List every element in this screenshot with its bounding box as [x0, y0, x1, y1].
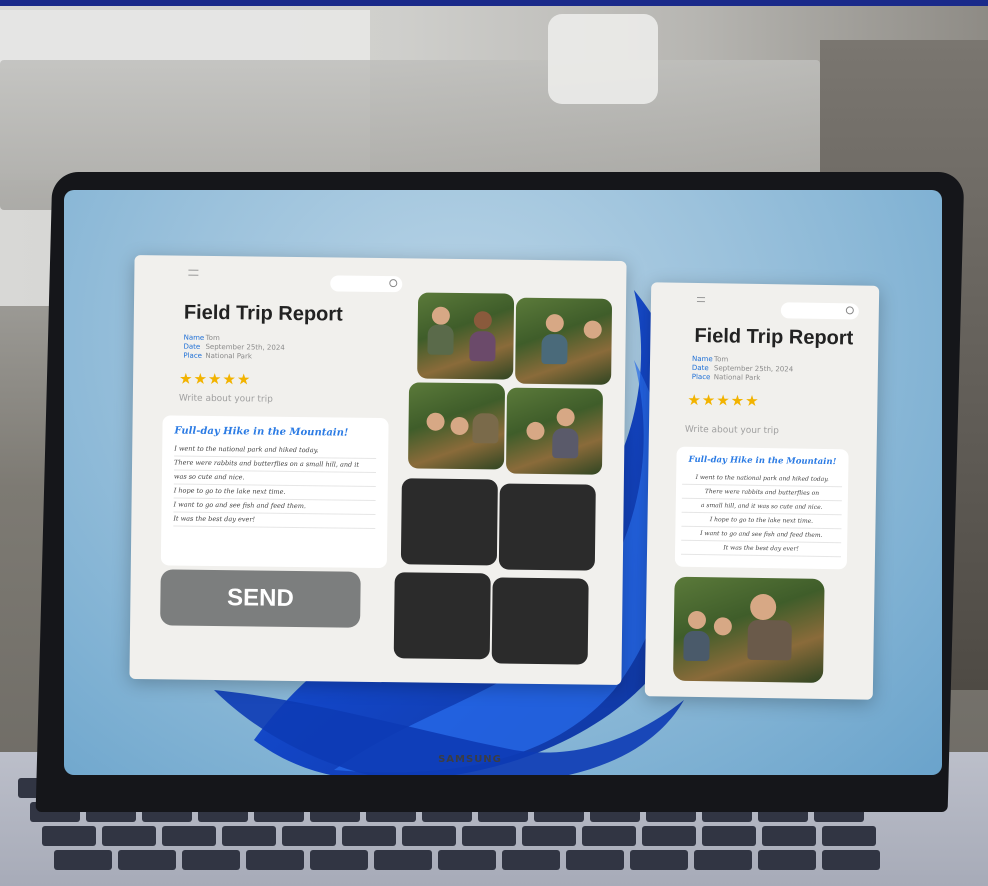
- note-title: Full-day Hike in the Mountain!: [688, 454, 837, 468]
- meta-value-date: September 25th, 2024: [205, 342, 285, 352]
- photo-figure: [687, 610, 707, 630]
- keyboard-key: [438, 850, 496, 870]
- empty-photo-slot[interactable]: [393, 572, 491, 660]
- keyboard-key: [118, 850, 176, 870]
- keyboard-key: [42, 826, 96, 846]
- search-input[interactable]: [780, 302, 859, 320]
- photo-tile[interactable]: [408, 382, 506, 470]
- page-title: Field Trip Report: [183, 301, 343, 326]
- photo-figure: [431, 306, 450, 325]
- keyboard-key: [758, 850, 816, 870]
- keyboard-key: [566, 850, 624, 870]
- keyboard-key: [822, 826, 876, 846]
- note-line: It was the best day ever!: [173, 512, 376, 529]
- keyboard-key: [522, 826, 576, 846]
- menu-icon[interactable]: [696, 296, 706, 303]
- keyboard-key: [182, 850, 240, 870]
- keyboard-key: [102, 826, 156, 846]
- background-cup: [548, 14, 658, 104]
- report-meta: NameTom Date September 25th, 2024 Place Na…: [183, 334, 285, 362]
- note-line: It was the best day ever!: [680, 540, 842, 558]
- trip-note[interactable]: Full-day Hike in the Mountain! I went to…: [160, 415, 389, 569]
- keyboard-key: [502, 850, 560, 870]
- photo-figure: [426, 412, 445, 431]
- photo-tile[interactable]: [515, 297, 613, 385]
- search-icon[interactable]: [389, 279, 398, 288]
- report-mobile-window: Field Trip Report NameTom Date September …: [644, 282, 880, 700]
- photo-figure: [469, 331, 496, 362]
- photo-figure: [450, 416, 469, 436]
- meta-value-name: Tom: [205, 333, 220, 343]
- search-icon[interactable]: [845, 306, 854, 315]
- photo-figure: [427, 324, 454, 355]
- empty-photo-slot[interactable]: [400, 478, 498, 566]
- keyboard-key: [642, 826, 696, 846]
- keyboard-key: [762, 826, 816, 846]
- photo-tile[interactable]: [673, 576, 825, 683]
- keyboard-key: [54, 850, 112, 870]
- photo-figure: [713, 617, 733, 636]
- keyboard-key: [310, 850, 368, 870]
- photo-figure: [556, 408, 575, 427]
- photo-figure: [541, 333, 568, 365]
- rating-stars[interactable]: ★★★★★: [687, 391, 760, 410]
- meta-value-place: National Park: [205, 351, 252, 361]
- meta-label-place: Place: [691, 372, 711, 382]
- photo-figure: [749, 593, 777, 621]
- keyboard-key: [342, 826, 396, 846]
- meta-label-date: Date: [691, 363, 709, 373]
- photo-figure: [583, 320, 602, 339]
- photo-figure: [552, 428, 579, 459]
- keyboard-key: [582, 826, 636, 846]
- keyboard-key: [282, 826, 336, 846]
- report-window: Field Trip Report NameTom Date September …: [129, 255, 627, 685]
- meta-label-name: Name: [692, 354, 713, 364]
- keyboard-key: [374, 850, 432, 870]
- photo-grid: [393, 290, 615, 673]
- photo-figure: [545, 314, 564, 333]
- note-title: Full-day Hike in the Mountain!: [174, 425, 349, 439]
- keyboard-key: [222, 826, 276, 846]
- empty-photo-slot[interactable]: [498, 483, 596, 571]
- write-prompt: Write about your trip: [684, 424, 780, 437]
- menu-icon[interactable]: [188, 269, 199, 276]
- keyboard-key: [694, 850, 752, 870]
- keyboard-key: [630, 850, 688, 870]
- page-title: Field Trip Report: [694, 324, 854, 350]
- photo-tile[interactable]: [417, 292, 515, 380]
- keyboard-key: [462, 826, 516, 846]
- empty-photo-slot[interactable]: [491, 577, 589, 665]
- photo-figure: [472, 413, 499, 444]
- meta-value-place: National Park: [713, 373, 761, 382]
- meta-value-date: September 25th, 2024: [713, 364, 794, 374]
- rating-stars[interactable]: ★★★★★: [179, 370, 251, 389]
- keyboard-key: [162, 826, 216, 846]
- meta-value-name: Tom: [714, 355, 729, 364]
- meta-label-date: Date: [183, 342, 201, 351]
- photo-figure: [526, 421, 545, 441]
- keyboard-key: [402, 826, 456, 846]
- keyboard-key: [822, 850, 880, 870]
- report-meta: NameTom Date September 25th, 2024 Place Na…: [692, 355, 794, 384]
- photo-figure: [747, 619, 792, 661]
- photo-figure: [473, 311, 492, 330]
- keyboard-key: [246, 850, 304, 870]
- search-input[interactable]: [330, 275, 403, 293]
- meta-label-name: Name: [183, 333, 205, 342]
- laptop-brand-logo: SAMSUNG: [438, 754, 502, 765]
- photo-tile[interactable]: [505, 387, 604, 475]
- trip-note[interactable]: Full-day Hike in the Mountain! I went to…: [674, 446, 849, 570]
- keyboard-key: [702, 826, 756, 846]
- photo-figure: [683, 630, 710, 662]
- send-button[interactable]: SEND: [160, 569, 361, 628]
- meta-label-place: Place: [183, 351, 203, 360]
- write-prompt: Write about your trip: [178, 393, 273, 405]
